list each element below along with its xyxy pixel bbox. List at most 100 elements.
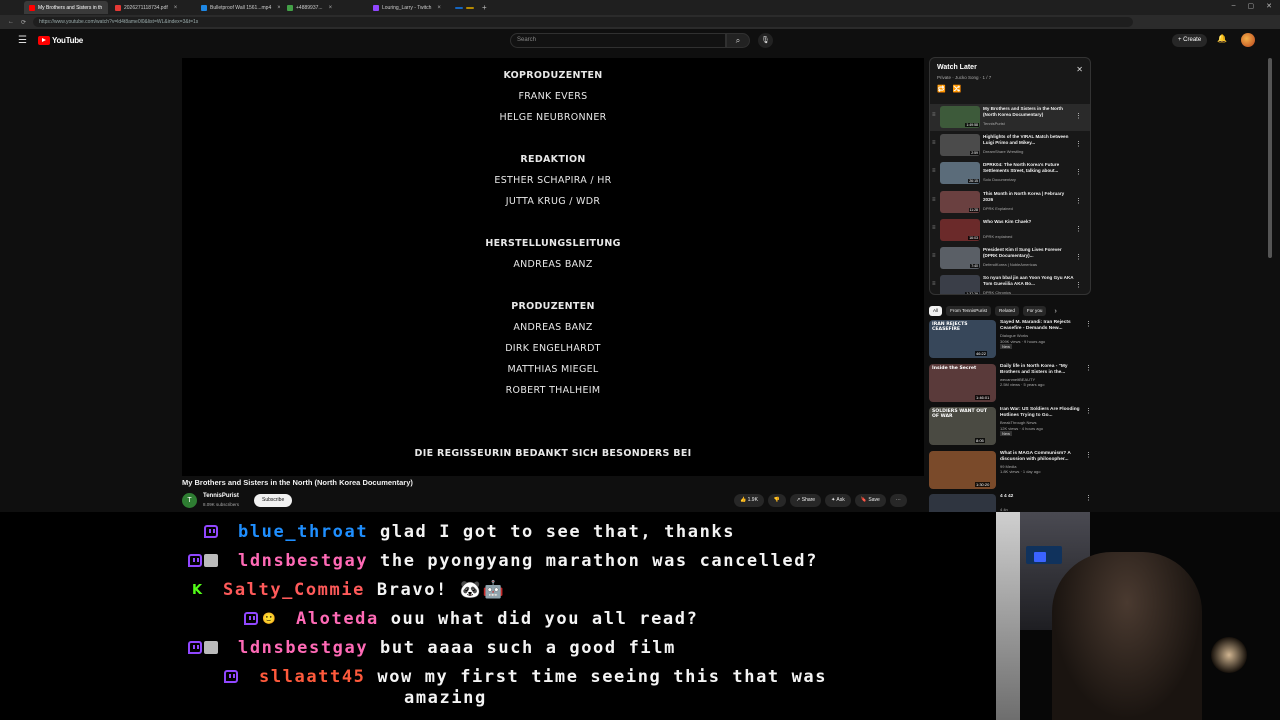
filter-chip[interactable]: For you [1022,306,1047,316]
drag-handle-icon[interactable]: ≡ [932,197,936,203]
more-vert-icon[interactable]: ⋮ [1075,197,1082,205]
browser-tab[interactable]: +4889937... × [282,1,366,14]
more-vert-icon[interactable]: ⋮ [1075,253,1082,261]
video-thumbnail[interactable]: 2:59 [940,134,980,157]
playlist-item-title[interactable]: President Kim Il Sung Lives Forever (DPR… [983,247,1075,259]
drag-handle-icon[interactable]: ≡ [932,112,936,118]
recommended-title[interactable]: Sayed M. Marandi: Iran Rejects Ceasefire… [1000,320,1085,333]
search-input[interactable]: Search [510,33,726,48]
more-vert-icon[interactable]: ⋮ [1085,320,1092,328]
search-icon[interactable]: ⌕ [726,33,750,48]
recommended-video[interactable]: Inside the Secret 1:46:01 Daily life in No… [929,363,1094,406]
dislike-button[interactable]: 👎 [767,494,787,507]
drag-handle-icon[interactable]: ≡ [932,140,936,146]
chat-username[interactable]: Aloteda [296,609,379,629]
close-window-icon[interactable]: ✕ [1266,2,1272,10]
tab-close-icon[interactable]: × [329,5,333,11]
recommended-title[interactable]: Iran War: US Soldiers Are Flooding Hotli… [1000,407,1085,420]
playlist-item-title[interactable]: So nyun bbal jin aan Yoon Yong Gyu AKA T… [983,275,1075,287]
recommended-video[interactable]: 1:30:20 What is MAGA Communism? A discuss… [929,450,1094,493]
new-tab-icon[interactable]: + [482,3,487,12]
menu-icon[interactable]: ☰ [18,35,27,46]
more-vert-icon[interactable]: ⋮ [1085,494,1092,502]
page-scrollbar[interactable] [1268,58,1272,258]
filter-chip[interactable]: All [929,306,943,316]
back-icon[interactable]: ← [8,19,14,25]
tab-group-tag-yellow[interactable] [466,6,474,9]
playlist-item[interactable]: ≡ 1:49:58 My Brothers and Sisters in the N… [930,104,1090,131]
chat-username[interactable]: blue_throat [238,522,368,542]
video-thumbnail[interactable]: 7:40 [940,247,980,269]
playlist-item-title[interactable]: DPRK04: The North Korea's Future Settlem… [983,162,1075,174]
notifications-bell-icon[interactable]: 🔔 [1217,34,1227,43]
playlist-item[interactable]: ≡ 16:03 Who Was Kim Chaek? DPRK explained ⋮ [930,217,1090,244]
tab-close-icon[interactable]: × [277,5,280,11]
recommended-title[interactable]: Daily life in North Korea - "My Brothers… [1000,364,1085,377]
url-field[interactable]: https://www.youtube.com/watch?v=ld4t8ame… [33,17,1134,27]
playlist-item[interactable]: ≡ 11:28 This Month in North Korea | Februa… [930,189,1090,216]
chevron-right-icon[interactable]: › [1054,308,1056,315]
video-player[interactable]: KOPRODUZENTEN FRANK EVERS HELGE NEUBRONNER… [182,58,924,476]
video-thumbnail[interactable]: SOLDIERS WANT OUT OF WAR [929,407,996,445]
chat-username[interactable]: Salty_Commie [223,580,365,600]
drag-handle-icon[interactable]: ≡ [932,253,936,259]
more-vert-icon[interactable]: ⋮ [1075,281,1082,289]
tab-close-icon[interactable]: × [437,5,441,11]
video-thumbnail[interactable]: 1:49:58 [940,106,980,128]
more-vert-icon[interactable]: ⋮ [1085,364,1092,372]
playlist-item-title[interactable]: Highlights of the VIRAL Match between Lu… [983,134,1075,146]
recommended-video[interactable]: IRAN REJECTS CEASEFIRE 46:22 Sayed M. Mara… [929,320,1094,362]
chat-username[interactable]: sllaatt45 [259,667,366,687]
drag-handle-icon[interactable]: ≡ [932,168,936,174]
youtube-logo[interactable]: YouTube [38,36,83,45]
playlist-item-title[interactable]: This Month in North Korea | February 202… [983,191,1075,203]
tab-close-icon[interactable]: × [174,5,178,11]
like-button[interactable]: 👍 1.9K [734,494,764,507]
recommended-title[interactable]: 4 4 42 [1000,494,1085,500]
browser-tab[interactable]: 2026271118734.pdf × [110,1,194,14]
minimize-icon[interactable]: – [1232,2,1236,10]
filter-chip[interactable]: Related [995,306,1019,316]
channel-avatar[interactable]: T [182,493,197,508]
chat-username[interactable]: ldnsbestgay [238,551,368,571]
drag-handle-icon[interactable]: ≡ [932,225,936,231]
refresh-icon[interactable]: ⟳ [21,19,26,26]
ask-button[interactable]: ✦ Ask [825,494,851,507]
subscribe-button[interactable]: Subscribe [254,494,293,507]
browser-tab[interactable]: Louring_Larry - Twitch × [368,1,452,14]
loop-icon[interactable]: 🔁 [937,85,946,93]
video-thumbnail[interactable]: 11:28 [940,190,980,213]
recommended-video[interactable]: SOLDIERS WANT OUT OF WAR 8:05 Iran War: US… [929,407,1094,449]
playlist-title[interactable]: Watch Later [937,64,977,71]
playlist-item[interactable]: ≡ 1:37:29 So nyun bbal jin aan Yoon Yong G… [930,273,1090,294]
playlist-item-title[interactable]: My Brothers and Sisters in the North (No… [983,106,1075,118]
playlist-item[interactable]: ≡ 26:15 DPRK04: The North Korea's Future S… [930,160,1090,187]
playlist-item[interactable]: ≡ 7:40 President Kim Il Sung Lives Forever… [930,245,1090,272]
video-thumbnail[interactable]: 26:15 [940,162,980,185]
video-thumbnail[interactable]: 1:37:29 [940,275,980,294]
filter-chip[interactable]: From TennisPurist [946,306,992,316]
recommended-title[interactable]: What is MAGA Communism? A discussion wit… [1000,451,1085,464]
more-vert-icon[interactable]: ⋮ [1075,140,1082,148]
shuffle-icon[interactable]: 🔀 [953,85,962,93]
video-thumbnail[interactable]: 16:03 [940,218,980,241]
save-button[interactable]: 🔖 Save [854,494,886,507]
browser-tab[interactable]: My Brothers and Sisters in th× [24,1,108,14]
account-avatar[interactable] [1241,33,1255,47]
more-vert-icon[interactable]: ⋮ [1085,407,1092,415]
microphone-icon[interactable]: 🎙 [758,33,773,48]
more-vert-icon[interactable]: ⋮ [1085,451,1092,459]
chat-username[interactable]: ldnsbestgay [238,638,368,658]
share-button[interactable]: ↗ Share [790,494,822,507]
more-vert-icon[interactable]: ⋮ [1075,168,1082,176]
tab-group-tag-blue[interactable] [455,6,463,9]
playlist-item-title[interactable]: Who Was Kim Chaek? [983,219,1075,225]
browser-tab[interactable]: Bulletproof Wall 1561...mp4 × [196,1,280,14]
channel-name[interactable]: TennisPurist [203,493,239,499]
more-actions-button[interactable]: ⋯ [889,494,907,507]
more-vert-icon[interactable]: ⋮ [1075,112,1082,120]
more-vert-icon[interactable]: ⋮ [1075,225,1082,233]
create-button[interactable]: + Create [1172,34,1208,47]
drag-handle-icon[interactable]: ≡ [932,281,936,287]
maximize-icon[interactable]: ▢ [1248,2,1255,10]
